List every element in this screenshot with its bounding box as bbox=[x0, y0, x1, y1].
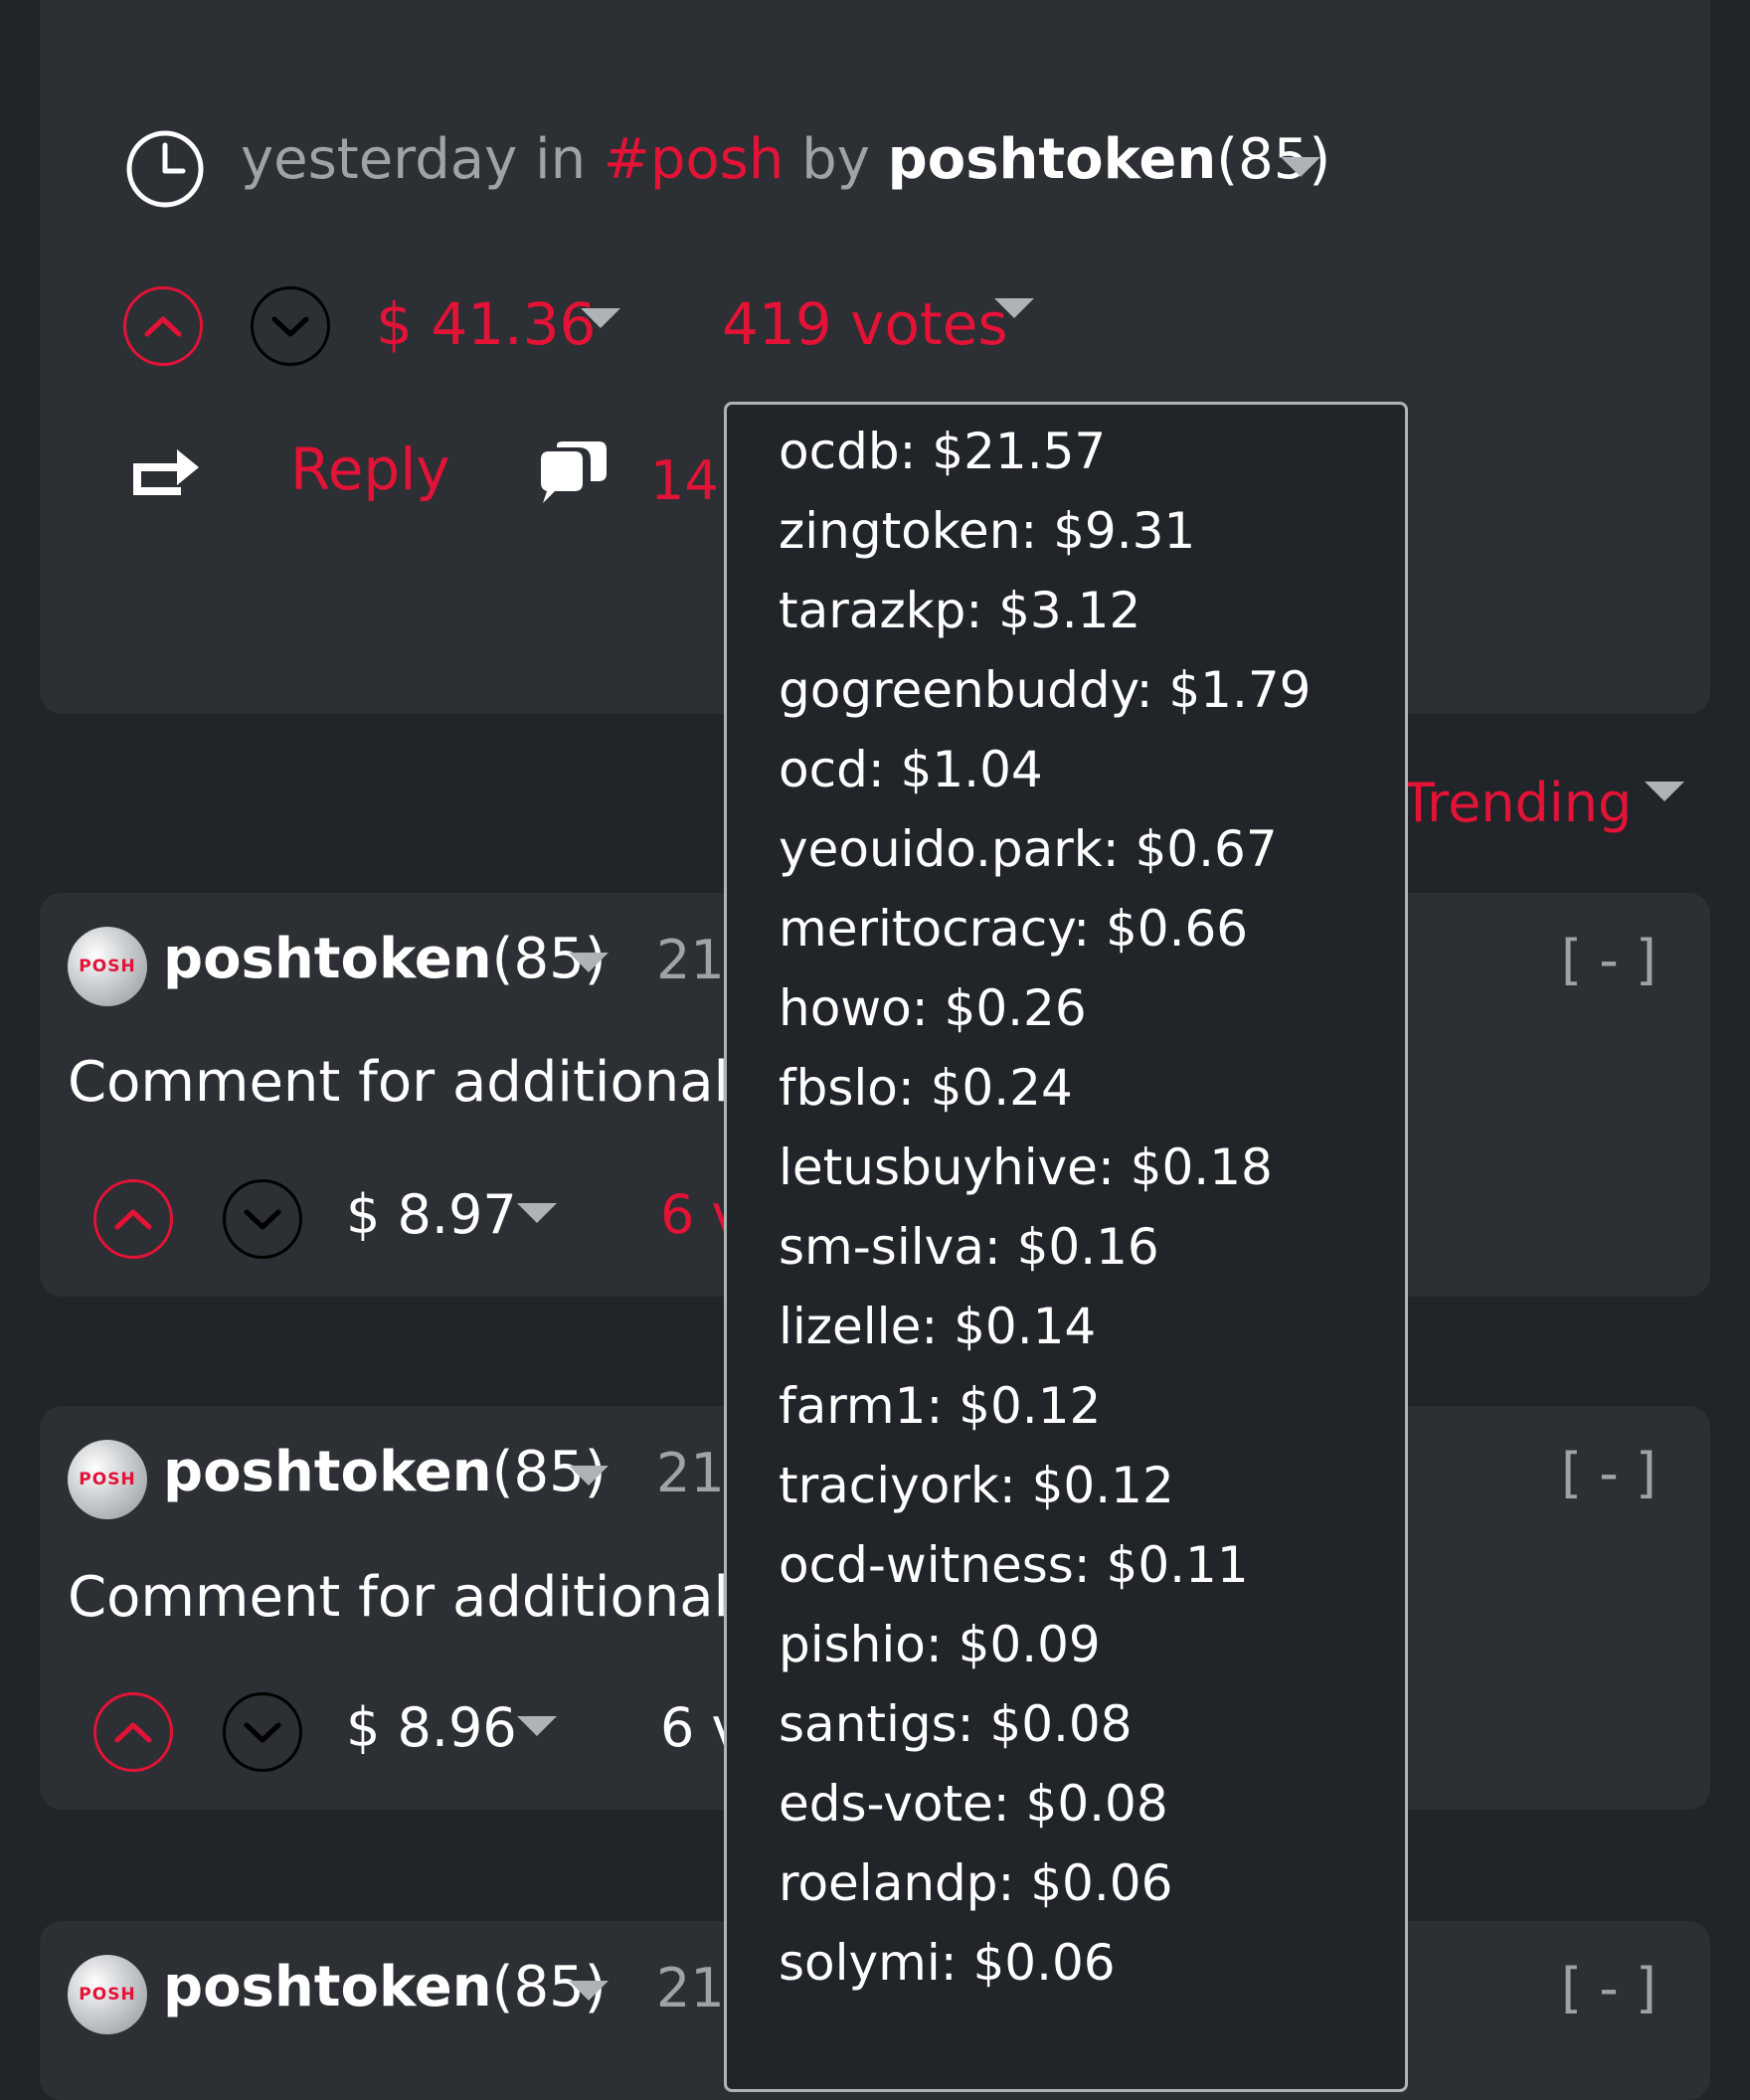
collapse-toggle[interactable]: [ - ] bbox=[1561, 929, 1657, 991]
post-payout[interactable]: $ 41.36 bbox=[376, 290, 596, 358]
sort-dropdown[interactable]: Trending bbox=[1402, 772, 1632, 834]
comment-author-line: poshtoken(85) bbox=[163, 927, 607, 991]
upvote-button[interactable] bbox=[123, 286, 203, 366]
voter-item[interactable]: solymi: $0.06 bbox=[779, 1934, 1116, 1992]
chevron-down-icon bbox=[244, 1209, 281, 1230]
collapse-toggle[interactable]: [ - ] bbox=[1561, 1442, 1657, 1504]
avatar[interactable]: POSH bbox=[68, 927, 147, 1006]
voter-item[interactable]: letusbuyhive: $0.18 bbox=[779, 1138, 1273, 1196]
avatar[interactable]: POSH bbox=[68, 1955, 147, 2034]
upvote-button[interactable] bbox=[93, 1692, 173, 1772]
comment-body: Comment for additional f bbox=[68, 1565, 767, 1630]
comment-author-link[interactable]: poshtoken bbox=[163, 1440, 492, 1504]
voter-item[interactable]: roelandp: $0.06 bbox=[779, 1854, 1172, 1912]
reblog-icon[interactable] bbox=[129, 438, 203, 505]
comment-author-line: poshtoken(85) bbox=[163, 1955, 607, 2019]
chevron-up-icon bbox=[114, 1209, 152, 1230]
comment-author-caret[interactable] bbox=[569, 1466, 609, 1486]
reply-link[interactable]: Reply bbox=[290, 436, 450, 503]
payout-menu-caret[interactable] bbox=[517, 1203, 557, 1223]
upvote-button[interactable] bbox=[93, 1179, 173, 1259]
post-in-text: in bbox=[535, 127, 587, 192]
comment-author-link[interactable]: poshtoken bbox=[163, 927, 492, 991]
comment-author-link[interactable]: poshtoken bbox=[163, 1955, 492, 2019]
author-menu-caret[interactable] bbox=[1281, 157, 1320, 177]
voter-item[interactable]: santigs: $0.08 bbox=[779, 1695, 1133, 1753]
comment-author-caret[interactable] bbox=[569, 953, 609, 972]
voter-item[interactable]: gogreenbuddy: $1.79 bbox=[779, 661, 1311, 719]
comments-count[interactable]: 14 bbox=[650, 449, 719, 512]
chevron-up-icon bbox=[114, 1722, 152, 1743]
post-author-link[interactable]: poshtoken bbox=[888, 127, 1217, 192]
payout-menu-caret[interactable] bbox=[581, 308, 620, 328]
voter-item[interactable]: zingtoken: $9.31 bbox=[779, 502, 1195, 560]
voter-item[interactable]: eds-vote: $0.08 bbox=[779, 1775, 1168, 1833]
downvote-button[interactable] bbox=[223, 1179, 302, 1259]
sort-caret-icon[interactable] bbox=[1645, 782, 1684, 801]
payout-menu-caret[interactable] bbox=[517, 1716, 557, 1736]
post-by-text: by bbox=[801, 127, 870, 192]
collapse-toggle[interactable]: [ - ] bbox=[1561, 1957, 1657, 2019]
voter-item[interactable]: ocd: $1.04 bbox=[779, 741, 1043, 798]
comment-time[interactable]: 21 bbox=[656, 1957, 725, 2019]
downvote-button[interactable] bbox=[251, 286, 330, 366]
voter-item[interactable]: meritocracy: $0.66 bbox=[779, 900, 1248, 958]
voter-item[interactable]: howo: $0.26 bbox=[779, 979, 1087, 1037]
clock-icon bbox=[125, 129, 205, 213]
voter-item[interactable]: lizelle: $0.14 bbox=[779, 1298, 1096, 1355]
comment-time[interactable]: 21 bbox=[656, 1442, 725, 1504]
voter-item[interactable]: ocdb: $21.57 bbox=[779, 423, 1106, 480]
voter-item[interactable]: tarazkp: $3.12 bbox=[779, 582, 1140, 639]
comments-icon[interactable] bbox=[535, 439, 611, 515]
voter-item[interactable]: traciyork: $0.12 bbox=[779, 1457, 1174, 1514]
voter-item[interactable]: fbslo: $0.24 bbox=[779, 1059, 1073, 1117]
comment-payout[interactable]: $ 8.96 bbox=[346, 1696, 517, 1759]
comment-author-line: poshtoken(85) bbox=[163, 1440, 607, 1504]
voter-item[interactable]: sm-silva: $0.16 bbox=[779, 1218, 1159, 1276]
voters-tooltip: ocdb: $21.57 zingtoken: $9.31 tarazkp: $… bbox=[724, 402, 1408, 2092]
voter-item[interactable]: farm1: $0.12 bbox=[779, 1377, 1101, 1435]
comment-body: Comment for additional f bbox=[68, 1050, 767, 1115]
comment-payout[interactable]: $ 8.97 bbox=[346, 1183, 517, 1246]
comment-author-caret[interactable] bbox=[569, 1981, 609, 2001]
downvote-button[interactable] bbox=[223, 1692, 302, 1772]
voter-item[interactable]: ocd-witness: $0.11 bbox=[779, 1536, 1249, 1594]
chevron-up-icon bbox=[144, 316, 182, 337]
post-votes[interactable]: 419 votes bbox=[722, 290, 1008, 358]
voter-item[interactable]: pishio: $0.09 bbox=[779, 1616, 1101, 1673]
chevron-down-icon bbox=[244, 1722, 281, 1743]
post-time: yesterday bbox=[241, 127, 518, 192]
avatar[interactable]: POSH bbox=[68, 1440, 147, 1519]
post-meta: yesterday in #posh by poshtoken(85) bbox=[241, 127, 1330, 192]
post-tag-link[interactable]: #posh bbox=[604, 127, 784, 192]
comment-time[interactable]: 21 bbox=[656, 929, 725, 991]
votes-menu-caret[interactable] bbox=[994, 298, 1034, 318]
chevron-down-icon bbox=[271, 316, 309, 337]
voter-item[interactable]: yeouido.park: $0.67 bbox=[779, 820, 1278, 878]
